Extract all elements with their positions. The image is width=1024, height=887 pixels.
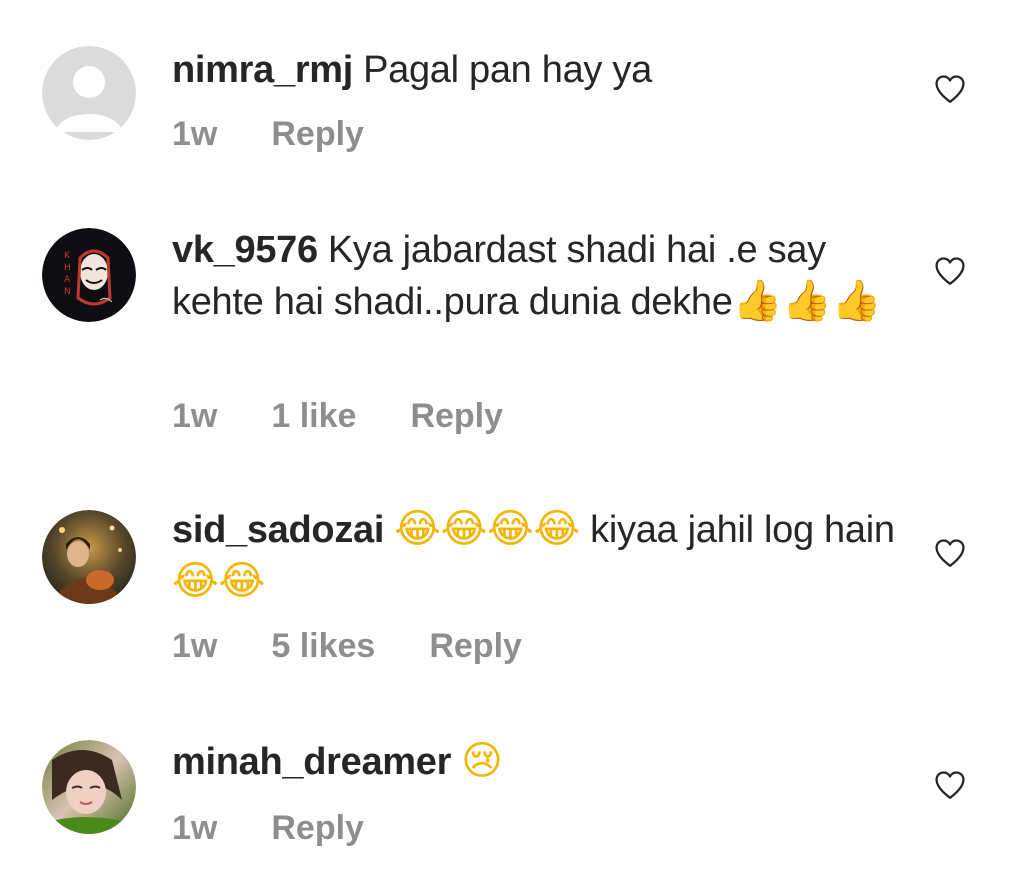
timestamp: 1w [172,115,218,153]
default-avatar-icon [42,46,136,140]
comment-meta: 1w 5 likes Reply [172,626,522,666]
reply-button[interactable]: Reply [410,396,503,436]
khan-mask-avatar: K H A N [42,228,136,322]
comment-meta: 1w 1 like Reply [172,396,503,436]
like-button[interactable] [933,536,967,570]
comment-body: kiyaa jahil log hain [579,509,895,551]
likes-count[interactable]: 5 likes [271,626,375,666]
reply-button[interactable]: Reply [271,808,364,848]
comment-text: sid_sadozai 😂😂😂😂 kiyaa jahil log hain 😂😂 [172,504,902,608]
username[interactable]: nimra_rmj [172,49,353,91]
avatar[interactable] [42,46,136,140]
reply-button[interactable]: Reply [271,114,364,154]
likes-count[interactable]: 1 like [271,396,356,436]
svg-text:A: A [64,275,71,285]
username[interactable]: vk_9576 [172,229,318,271]
photo-avatar [42,510,136,604]
comment-body: Pagal pan hay ya [363,49,652,91]
timestamp: 1w [172,397,218,435]
photo-avatar [42,740,136,834]
like-button[interactable] [933,768,967,802]
comment-text: vk_9576 Kya jabardast shadi hai .e say ke… [172,224,902,328]
comment-meta: 1w Reply [172,114,364,154]
heart-outline-icon [935,771,965,799]
username[interactable]: minah_dreamer [172,741,451,783]
avatar[interactable] [42,510,136,604]
svg-text:N: N [64,287,71,297]
comment-meta: 1w Reply [172,808,364,848]
username[interactable]: sid_sadozai [172,509,384,551]
crying-emoji: 😢 [461,738,503,784]
svg-text:H: H [64,263,71,273]
heart-outline-icon [935,539,965,567]
like-button[interactable] [933,72,967,106]
avatar[interactable]: K H A N [42,228,136,322]
comment-text: nimra_rmj Pagal pan hay ya [172,44,902,96]
reply-button[interactable]: Reply [429,626,522,666]
laughing-emoji: 😂😂 [172,558,265,604]
thumbs-up-emoji: 👍👍👍 [732,278,882,324]
timestamp: 1w [172,627,218,665]
comment-text: minah_dreamer 😢 [172,736,902,788]
avatar[interactable] [42,740,136,834]
timestamp: 1w [172,809,218,847]
laughing-emoji: 😂😂😂😂 [394,506,580,552]
heart-outline-icon [935,257,965,285]
heart-outline-icon [935,75,965,103]
like-button[interactable] [933,254,967,288]
